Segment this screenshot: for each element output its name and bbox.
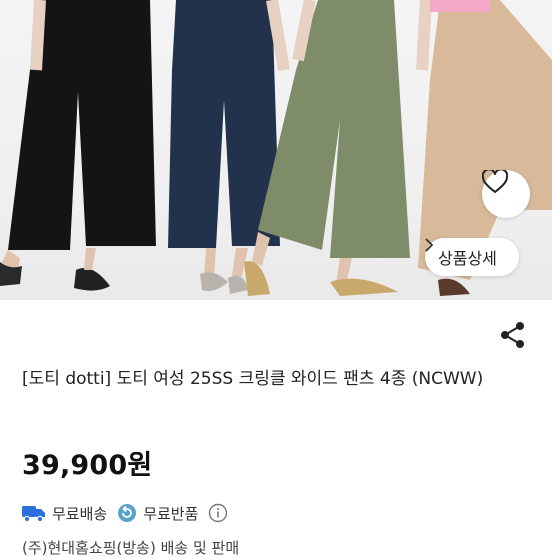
free-return-label: 무료반품 bbox=[143, 504, 199, 523]
black-pants-figure bbox=[0, 0, 156, 291]
info-button[interactable] bbox=[208, 503, 228, 523]
wishlist-button[interactable] bbox=[482, 170, 530, 218]
share-icon bbox=[501, 322, 524, 348]
shipping-info: 무료배송 무료반품 bbox=[22, 500, 228, 526]
truck-icon bbox=[22, 506, 45, 522]
free-shipping: 무료배송 bbox=[22, 503, 107, 524]
free-shipping-label: 무료배송 bbox=[52, 504, 108, 523]
seller-info: (주)현대홈쇼핑(방송) 배송 및 판매 bbox=[22, 539, 240, 557]
product-detail-button[interactable]: 상품상세 bbox=[425, 238, 519, 276]
info-icon bbox=[209, 503, 228, 523]
heart-icon bbox=[482, 170, 508, 193]
share-button[interactable] bbox=[498, 320, 528, 350]
product-detail-label: 상품상세 bbox=[438, 249, 497, 268]
free-return: 무료반품 bbox=[117, 503, 198, 524]
return-icon bbox=[118, 504, 137, 522]
product-price: 39,900원 bbox=[22, 450, 153, 481]
product-image[interactable]: 상품상세 bbox=[0, 0, 552, 300]
product-title: [도티 dotti] 도티 여성 25SS 크링클 와이드 팬츠 4종 (NCW… bbox=[22, 369, 484, 389]
navy-pants-figure bbox=[168, 0, 290, 294]
